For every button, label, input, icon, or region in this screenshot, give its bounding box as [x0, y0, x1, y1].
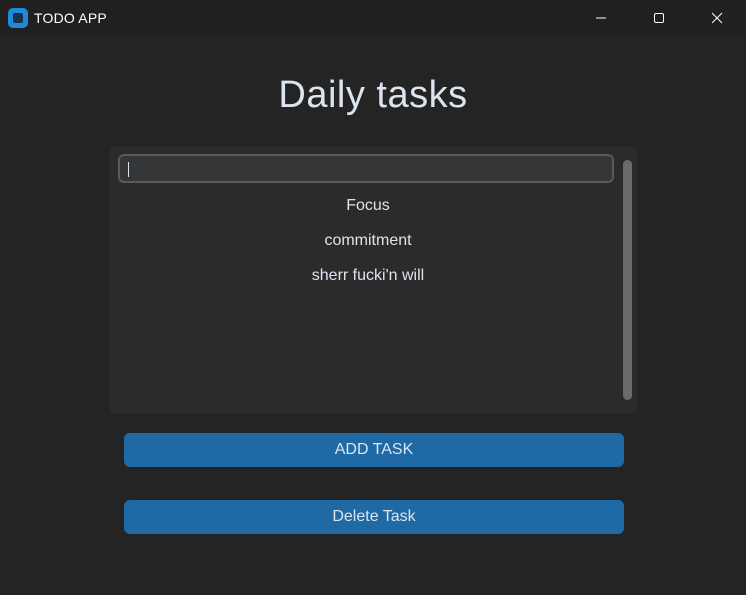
task-item[interactable]: sherr fucki'n will — [118, 267, 618, 285]
app-window: TODO APP Daily tasks Focus commitment sh… — [0, 0, 746, 595]
maximize-icon — [654, 13, 664, 23]
task-input[interactable] — [118, 154, 614, 183]
close-icon — [711, 12, 723, 24]
app-icon — [8, 8, 28, 28]
text-caret — [128, 162, 129, 177]
task-list-frame: Focus commitment sherr fucki'n will — [110, 146, 638, 414]
window-title: TODO APP — [34, 10, 107, 26]
minimize-icon — [596, 17, 606, 19]
delete-task-button[interactable]: Delete Task — [124, 500, 624, 534]
minimize-button[interactable] — [572, 0, 630, 37]
close-button[interactable] — [688, 0, 746, 37]
page-title: Daily tasks — [278, 74, 468, 116]
title-bar[interactable]: TODO APP — [0, 0, 746, 37]
task-item[interactable]: commitment — [118, 232, 618, 250]
maximize-button[interactable] — [630, 0, 688, 37]
task-item[interactable]: Focus — [118, 197, 618, 215]
scrollbar-thumb[interactable] — [623, 160, 632, 400]
add-task-button[interactable]: ADD TASK — [124, 433, 624, 467]
